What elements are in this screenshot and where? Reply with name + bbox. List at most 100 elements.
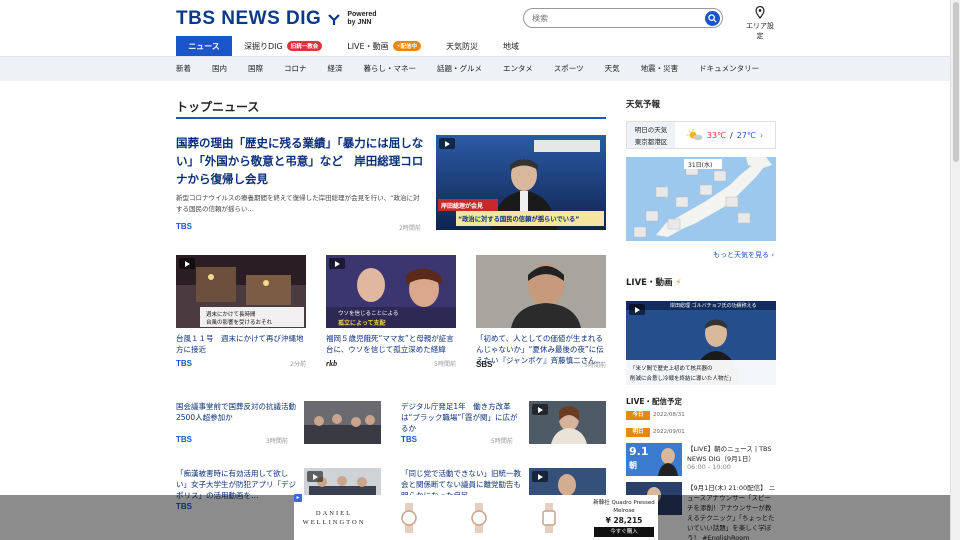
category-life-money[interactable]: 暮らし・マネー xyxy=(364,61,417,77)
weather-forecast: 33℃ / 27℃ › xyxy=(675,122,775,148)
card-source: rkb xyxy=(326,359,338,368)
logo-by-text: by JNN xyxy=(347,19,372,26)
logo-powered: Powered by JNN xyxy=(347,11,376,27)
live-schedule-heading: LIVE・配信予定 xyxy=(626,397,682,406)
nav-region-label: 地域 xyxy=(502,41,519,51)
schedule-item-thumbnail[interactable]: 9.1 朝 xyxy=(626,443,682,476)
schedule-thumb-date: 9.1 xyxy=(629,445,649,458)
live-now-text: 配信中 xyxy=(400,44,417,50)
category-entertainment[interactable]: エンタメ xyxy=(503,61,533,77)
weather-tomorrow-label: 明日の天気 xyxy=(634,126,668,134)
area-settings-label: エリア設定 xyxy=(746,22,774,40)
list-item-thumbnail xyxy=(529,401,606,444)
page: { "header": { "logo_text": "TBS NEWS DIG… xyxy=(0,0,960,540)
news-card[interactable]: 「初めて、人としての価値が生まれるんじゃないか」“夏休み最後の夜”に伝えたい『ジ… xyxy=(476,255,606,369)
lightning-icon: ⚡ xyxy=(675,278,682,288)
lead-timestamp: 2時間前 xyxy=(399,225,421,232)
search-input[interactable] xyxy=(532,13,692,23)
search-button[interactable] xyxy=(705,11,720,26)
list-item-thumbnail xyxy=(304,401,381,444)
news-list-item[interactable]: 国会議事堂前で国葬反対の抗議活動 2500人超参加か TBS 3時間前 xyxy=(176,401,381,447)
category-topics-gourmet[interactable]: 話題・グルメ xyxy=(437,61,482,77)
category-sports[interactable]: スポーツ xyxy=(554,61,584,77)
live-caption-1: 「米ソ間で歴史上初めて核兵器の xyxy=(630,366,713,372)
chevron-right-icon: › xyxy=(759,130,764,140)
nav-deep-dig-tab[interactable]: 深掘りDIG 旧統一教会 xyxy=(232,36,333,56)
chevron-right-icon: › xyxy=(771,251,775,259)
card-thumbnail: 週末にかけて長時間 台風の影響を受けるおそれ xyxy=(176,255,306,328)
more-weather-link[interactable]: もっと天気を見る › xyxy=(713,250,774,260)
card-image-caption-2: 台風の影響を受けるおそれ xyxy=(206,320,273,326)
dig-mark-icon xyxy=(328,14,341,25)
tbs-news-dig-logo[interactable]: TBS NEWS DIG Powered by JNN xyxy=(176,7,377,31)
live-video-thumbnail[interactable]: 岸田総理 ゴルバチョフ氏の功績称える 「米ソ間で歴史上初めて核兵器の 削減に合意… xyxy=(626,301,776,385)
more-weather-label: もっと天気を見る xyxy=(713,251,769,259)
nav-live-tab[interactable]: LIVE・動画 ⚡配信中 xyxy=(333,36,432,56)
card-image-caption-1: ウソを信じることによる xyxy=(338,311,399,317)
nav-news-label: ニュース xyxy=(188,41,220,51)
weather-map[interactable]: 31日(水) xyxy=(626,157,776,241)
lead-article-title[interactable]: 国葬の理由「歴史に残る業績」「暴力には屈しない」「外国から敬意と弔意」など 岸田… xyxy=(176,134,424,188)
weather-high-temp: 33℃ xyxy=(706,130,727,140)
weather-separator: / xyxy=(730,130,733,140)
ad-brand-logo: DANIEL WELLINGTON xyxy=(294,509,374,527)
page-scrollbar[interactable] xyxy=(950,0,960,540)
category-new[interactable]: 新着 xyxy=(176,61,191,77)
nav-weather-label: 天気防災 xyxy=(445,41,478,51)
watch-image xyxy=(540,502,558,533)
schedule-item-time: 06:00 - 10:00 xyxy=(687,463,731,471)
weather-forecast-box[interactable]: 明日の天気 東京都港区 33℃ / 27℃ › xyxy=(626,121,776,149)
card-source: TBS xyxy=(176,359,192,368)
lead-source: TBS xyxy=(176,222,192,231)
protest-photo xyxy=(304,401,381,444)
tomorrow-tag: 明日 xyxy=(626,428,650,437)
schedule-item-title[interactable]: 【LIVE】朝のニュース | TBS NEWS DIG（9月1日） xyxy=(687,444,777,464)
category-domestic[interactable]: 国内 xyxy=(212,61,227,77)
ad-price: ¥ 28,215 xyxy=(605,515,643,525)
ad-buy-button[interactable]: 今すぐ購入 xyxy=(594,526,654,537)
lead-image-name-tag: 岸田総理が会見 xyxy=(441,203,484,210)
location-pin-icon xyxy=(755,5,765,19)
scrollbar-thumb[interactable] xyxy=(953,2,959,162)
ad-info-icon[interactable]: ▸ xyxy=(294,494,302,502)
advertisement-banner[interactable]: DANIEL WELLINGTON 新韓社 Quadro Pressed Mel… xyxy=(294,495,658,540)
card-timestamp: 5時間前 xyxy=(434,361,456,368)
card-image-caption-1: 週末にかけて長時間 xyxy=(206,312,256,318)
top-news-heading: トップニュース xyxy=(176,100,260,114)
nav-news-tab[interactable]: ニュース xyxy=(176,36,232,56)
list-item-title: 国会議事堂前で国葬反対の抗議活動 2500人超参加か xyxy=(176,402,304,422)
category-economy[interactable]: 経済 xyxy=(328,61,343,77)
video-play-icon xyxy=(179,258,195,269)
live-banner-text: 岸田総理 ゴルバチョフ氏の功績称える xyxy=(670,303,757,309)
video-play-icon xyxy=(439,138,455,149)
logo-powered-text: Powered xyxy=(347,11,377,18)
weather-location: 明日の天気 東京都港区 xyxy=(627,122,675,148)
category-international[interactable]: 国際 xyxy=(248,61,263,77)
card-thumbnail xyxy=(476,255,606,328)
nav-weather-tab[interactable]: 天気防災 xyxy=(432,36,489,56)
category-documentary[interactable]: ドキュメンタリー xyxy=(699,61,759,77)
ad-product-info: 新韓社 Quadro Pressed Melrose ¥ 28,215 今すぐ購… xyxy=(590,499,658,537)
lead-image-caption: “政治に対する国民の信頼が揺らいでいる” xyxy=(458,216,580,223)
category-corona[interactable]: コロナ xyxy=(284,61,307,77)
watch-image xyxy=(400,502,418,533)
category-disaster[interactable]: 地震・災害 xyxy=(641,61,679,77)
nav-region-tab[interactable]: 地域 xyxy=(489,36,530,56)
card-thumbnail: ウソを信じることによる 孤立によって支配 xyxy=(326,255,456,328)
category-weather[interactable]: 天気 xyxy=(605,61,620,77)
live-caption-2: 削減に合意し冷戦を終結に導いた人物だ」 xyxy=(630,376,735,382)
ad-brand-line2: WELLINGTON xyxy=(302,518,366,526)
logo-text: TBS NEWS DIG xyxy=(176,8,322,29)
news-card[interactable]: ウソを信じることによる 孤立によって支配 福岡５歳児餓死“ママ友”と母親が証言台… xyxy=(326,255,456,368)
list-item-source: TBS xyxy=(401,435,417,444)
weather-map-date: 31日(水) xyxy=(688,162,713,169)
area-settings-button[interactable]: エリア設定 xyxy=(743,5,777,41)
schedule-thumb-sub: 朝 xyxy=(629,461,637,470)
today-tag: 今日 xyxy=(626,411,650,420)
today-date: 2022/08/31 xyxy=(653,412,685,418)
card-timestamp: 2分前 xyxy=(290,361,306,368)
lead-article-image[interactable]: 岸田総理が会見 “政治に対する国民の信頼が揺らいでいる” xyxy=(436,135,606,230)
search-box xyxy=(523,8,723,28)
news-list-item[interactable]: デジタル庁発足1年 働き方改革は“ブラック職場”「霞が関」に広がるか TBS 5… xyxy=(401,401,606,447)
news-card[interactable]: 週末にかけて長時間 台風の影響を受けるおそれ 台風１１号 週末にかけて再び沖縄地… xyxy=(176,255,306,368)
